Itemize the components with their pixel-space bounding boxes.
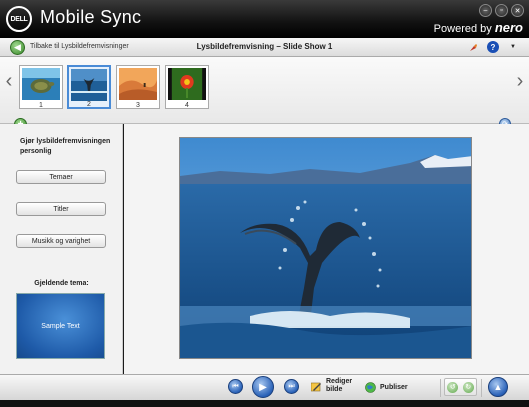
thumbnail-number: 1 — [39, 102, 43, 109]
powered-by: Powered by nero — [434, 20, 523, 35]
toolbar-divider — [481, 379, 482, 397]
edit-label-line-2: bilde — [326, 386, 343, 393]
next-icon[interactable]: ⏭ — [284, 379, 299, 394]
filmstrip: ‹ 1 2 3 4 › — [0, 57, 529, 124]
play-icon[interactable]: ▶ — [252, 376, 274, 398]
previous-icon[interactable]: ⏮ — [228, 379, 243, 394]
edit-image-icon — [311, 381, 322, 392]
rotate-controls: ↺ ↻ — [444, 378, 477, 396]
nero-logo: nero — [494, 20, 523, 35]
slide-preview — [179, 137, 472, 359]
preview-area — [124, 124, 529, 374]
help-icon[interactable]: ? — [487, 41, 499, 53]
bottom-toolbar: ⏮ ▶ ⏭ Rediger bilde Publiser ↺ ↻ ▲ — [0, 374, 529, 400]
theme-preview[interactable]: Sample Text — [16, 293, 105, 359]
publish-button[interactable]: Publiser — [365, 382, 408, 393]
music-duration-button[interactable]: Musikk og varighet — [16, 234, 106, 248]
window-controls: – ▫ ✕ — [479, 4, 524, 17]
app-title: Mobile Sync — [40, 7, 142, 27]
thumbnail-number: 3 — [136, 102, 140, 109]
flower-thumbnail-image — [168, 68, 206, 100]
edit-label-line-1: Rediger — [326, 378, 353, 385]
scroll-left-icon[interactable]: ‹ — [3, 70, 15, 92]
customize-panel: Gjør lysbildefremvisningen personlig Tem… — [0, 124, 123, 374]
chevron-down-icon[interactable]: ▼ — [507, 41, 519, 53]
whale-preview-image — [180, 138, 471, 358]
desert-thumbnail-image — [119, 68, 157, 100]
themes-button[interactable]: Temaer — [16, 170, 106, 184]
thumbnail[interactable]: 3 — [116, 65, 160, 109]
eject-up-icon[interactable]: ▲ — [488, 377, 508, 397]
maximize-icon[interactable]: ▫ — [495, 4, 508, 17]
thumbnail[interactable]: 1 — [19, 65, 63, 109]
pin-icon[interactable] — [467, 41, 479, 53]
rotate-left-icon[interactable]: ↺ — [447, 381, 459, 393]
thumbnail-number: 4 — [185, 102, 189, 109]
thumbnail-selected[interactable]: 2 — [67, 65, 111, 109]
thumbnail[interactable]: 4 — [165, 65, 209, 109]
toolbar-divider — [440, 379, 441, 397]
powered-by-label: Powered by — [433, 23, 492, 35]
edit-image-label: Rediger bilde — [326, 378, 352, 394]
thumbnail-number: 2 — [87, 101, 91, 108]
page-title: Lysbildefremvisning – Slide Show 1 — [196, 42, 333, 51]
whale-thumbnail-image — [71, 69, 107, 101]
publish-label: Publiser — [380, 383, 408, 391]
navigation-bar: ◀ Tilbake til Lysbildefremvisninger Lysb… — [0, 38, 529, 57]
title-bar: DELL Mobile Sync – ▫ ✕ Powered by nero — [0, 0, 529, 38]
close-icon[interactable]: ✕ — [511, 4, 524, 17]
window-frame-bottom — [0, 400, 529, 407]
scroll-right-icon[interactable]: › — [514, 70, 526, 92]
rotate-right-icon[interactable]: ↻ — [462, 381, 474, 393]
panel-heading: Gjør lysbildefremvisningen personlig — [20, 138, 111, 155]
minimize-icon[interactable]: – — [479, 4, 492, 17]
titles-button[interactable]: Titler — [16, 202, 106, 216]
turtle-thumbnail-image — [22, 68, 60, 100]
edit-image-button[interactable]: Rediger bilde — [311, 378, 352, 394]
current-theme-label: Gjeldende tema: — [34, 280, 89, 287]
dell-logo: DELL — [6, 6, 32, 32]
nav-tools: ? ▼ — [467, 41, 519, 53]
publish-globe-icon — [365, 382, 376, 393]
